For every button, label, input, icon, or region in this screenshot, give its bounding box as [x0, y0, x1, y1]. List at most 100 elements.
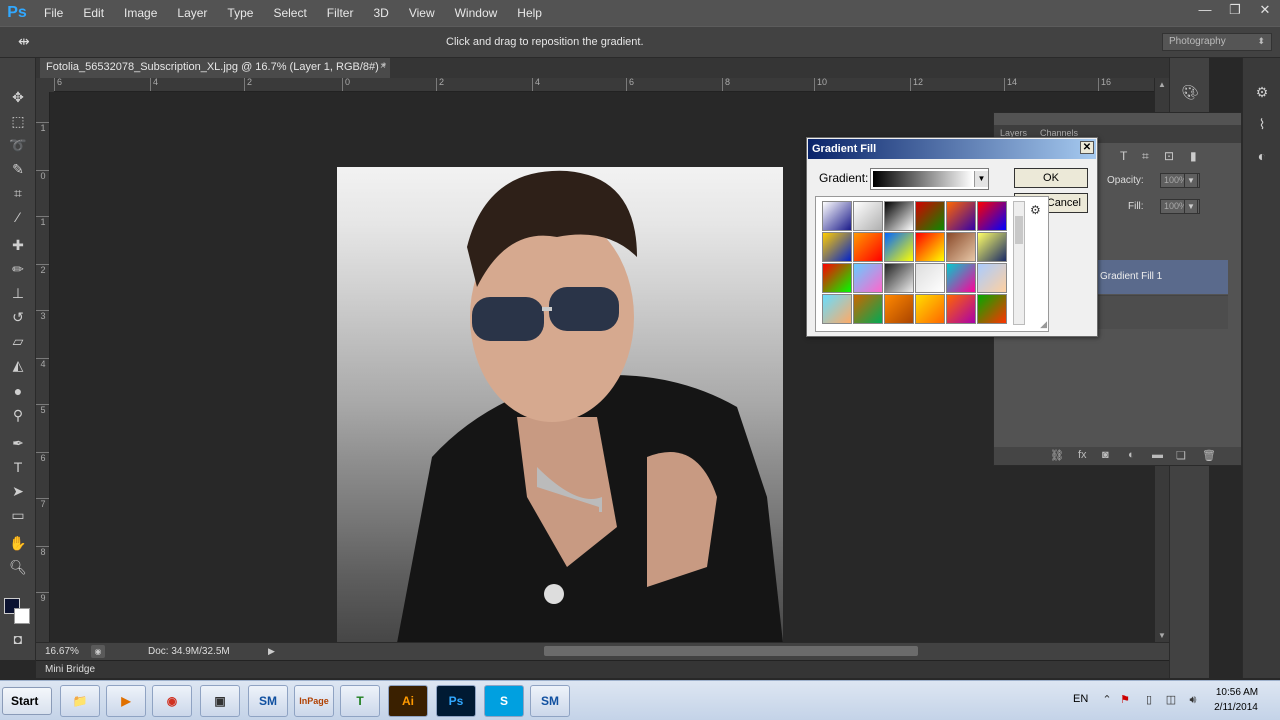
restore-button[interactable]: ❐ — [1220, 0, 1250, 20]
menu-image[interactable]: Image — [114, 0, 167, 26]
gradient-swatch[interactable] — [884, 263, 914, 293]
move-tool-icon[interactable]: ⇹ — [18, 33, 30, 50]
sm-app-icon-2[interactable]: SM — [530, 685, 570, 717]
doc-info-icon[interactable]: ◉ — [91, 645, 105, 658]
blur-tool-icon[interactable]: ● — [6, 380, 30, 402]
healing-brush-icon[interactable]: ✚ — [6, 234, 30, 256]
menu-type[interactable]: Type — [217, 0, 263, 26]
eyedropper-tool-icon[interactable]: ⁄ — [6, 206, 30, 228]
circle-half-icon[interactable]: ◐ — [1252, 146, 1272, 166]
gradient-swatch[interactable] — [946, 294, 976, 324]
picker-scrollbar[interactable] — [1013, 201, 1025, 325]
menu-file[interactable]: File — [34, 0, 73, 26]
chrome-icon[interactable]: ◉ — [152, 685, 192, 717]
gradient-swatch[interactable] — [884, 232, 914, 262]
type-filter-icon[interactable]: T — [1120, 149, 1127, 163]
resize-grip-icon[interactable]: ◢ — [1040, 319, 1047, 330]
gradient-swatch[interactable] — [977, 294, 1007, 324]
gradient-swatch[interactable] — [822, 232, 852, 262]
network-icon[interactable]: ◫ — [1164, 693, 1178, 707]
fx-icon[interactable]: fx — [1078, 449, 1087, 461]
adjustment-icon[interactable]: ◐ — [1128, 449, 1135, 461]
mask-icon[interactable]: ◙ — [1102, 449, 1109, 461]
sm-app-icon[interactable]: SM — [248, 685, 288, 717]
gradient-swatch[interactable] — [915, 201, 945, 231]
menu-help[interactable]: Help — [507, 0, 552, 26]
gradient-swatch[interactable] — [915, 294, 945, 324]
smart-filter-icon[interactable]: ⊡ — [1164, 149, 1174, 163]
adjust-icon[interactable]: ⚙ — [1252, 82, 1272, 102]
new-layer-icon[interactable]: ❏ — [1176, 449, 1186, 462]
ok-button[interactable]: OK — [1014, 168, 1088, 188]
trash-icon[interactable]: 🗑︎ — [1202, 449, 1216, 462]
folder-icon[interactable]: ▬ — [1152, 449, 1163, 461]
menu-layer[interactable]: Layer — [167, 0, 217, 26]
mini-bridge-bar[interactable]: Mini Bridge — [36, 660, 1169, 678]
start-button[interactable]: Start — [2, 687, 52, 715]
menu-view[interactable]: View — [399, 0, 445, 26]
close-icon[interactable]: ✕ — [1080, 141, 1094, 154]
close-icon[interactable]: × — [380, 61, 386, 72]
play-arrow-icon[interactable]: ▶ — [268, 646, 275, 657]
menu-filter[interactable]: Filter — [317, 0, 364, 26]
media-player-icon[interactable]: ▶ — [106, 685, 146, 717]
close-button[interactable]: ✕ — [1250, 0, 1280, 20]
path-select-icon[interactable]: ➤ — [6, 480, 30, 502]
gradient-swatch[interactable] — [915, 263, 945, 293]
window-app-icon[interactable]: ▣ — [200, 685, 240, 717]
quick-mask-icon[interactable]: ◘ — [6, 628, 30, 650]
move-tool-icon[interactable]: ✥ — [6, 86, 30, 108]
brush-preset-icon[interactable]: ⌇ — [1252, 114, 1272, 134]
gradient-swatch[interactable] — [822, 263, 852, 293]
type-tool-icon[interactable]: T — [6, 456, 30, 478]
gradient-swatch[interactable] — [977, 232, 1007, 262]
gradient-swatch[interactable] — [822, 201, 852, 231]
paint-bucket-icon[interactable]: ◭ — [6, 354, 30, 376]
photoshop-icon[interactable]: Ps — [436, 685, 476, 717]
document-canvas[interactable] — [337, 167, 783, 643]
skype-icon[interactable]: S — [484, 685, 524, 717]
gradient-swatch[interactable] — [915, 232, 945, 262]
volume-icon[interactable]: 🔊︎ — [1186, 693, 1200, 707]
chevron-down-icon[interactable]: ▼ — [1184, 173, 1198, 188]
explorer-icon[interactable]: 📁 — [60, 685, 100, 717]
horizontal-scrollbar-thumb[interactable] — [544, 646, 918, 656]
brush-tool-icon[interactable]: ✏ — [6, 258, 30, 280]
gradient-swatch[interactable] — [884, 201, 914, 231]
shape-filter-icon[interactable]: ⌗ — [1142, 149, 1149, 164]
show-hidden-icons-icon[interactable]: ⌃ — [1100, 693, 1114, 707]
marquee-tool-icon[interactable]: ⬚ — [6, 110, 30, 132]
gear-icon[interactable]: ⚙ — [1030, 203, 1041, 217]
gradient-swatch[interactable] — [853, 201, 883, 231]
chevron-down-icon[interactable]: ▼ — [974, 171, 988, 187]
eraser-tool-icon[interactable]: ▱ — [6, 330, 30, 352]
clock-time[interactable]: 10:56 AM — [1212, 687, 1262, 698]
clock-date[interactable]: 2/11/2014 — [1208, 702, 1264, 713]
gradient-swatch[interactable] — [853, 263, 883, 293]
picker-scrollbar-thumb[interactable] — [1015, 216, 1023, 244]
gradient-swatch[interactable] — [884, 294, 914, 324]
gradient-swatch[interactable] — [977, 263, 1007, 293]
gradient-swatch[interactable] — [946, 232, 976, 262]
crop-tool-icon[interactable]: ⌗ — [6, 182, 30, 204]
lasso-tool-icon[interactable]: ➰ — [6, 134, 30, 156]
flag-icon[interactable]: ⚑ — [1118, 693, 1132, 707]
document-tab[interactable]: Fotolia_56532078_Subscription_XL.jpg @ 1… — [40, 58, 390, 78]
quick-select-tool-icon[interactable]: ✎ — [6, 158, 30, 180]
gradient-swatch[interactable] — [946, 263, 976, 293]
language-indicator[interactable]: EN — [1073, 693, 1088, 705]
text-app-icon[interactable]: T — [340, 685, 380, 717]
gradient-swatch[interactable] — [977, 201, 1007, 231]
menu-window[interactable]: Window — [445, 0, 508, 26]
history-brush-icon[interactable]: ↺ — [6, 306, 30, 328]
hand-tool-icon[interactable]: ✋ — [6, 532, 30, 554]
battery-icon[interactable]: ▯ — [1142, 693, 1156, 707]
pen-tool-icon[interactable]: ✒ — [6, 432, 30, 454]
filter-toggle-icon[interactable]: ▮ — [1190, 149, 1197, 163]
palette-icon[interactable]: 🎨︎ — [1180, 82, 1200, 102]
workspace-select[interactable]: Photography ⬍ — [1162, 33, 1272, 51]
menu-3d[interactable]: 3D — [363, 0, 398, 26]
gradient-preview[interactable]: ▼ — [870, 168, 989, 190]
zoom-level[interactable]: 16.67% — [45, 646, 79, 657]
menu-select[interactable]: Select — [263, 0, 316, 26]
